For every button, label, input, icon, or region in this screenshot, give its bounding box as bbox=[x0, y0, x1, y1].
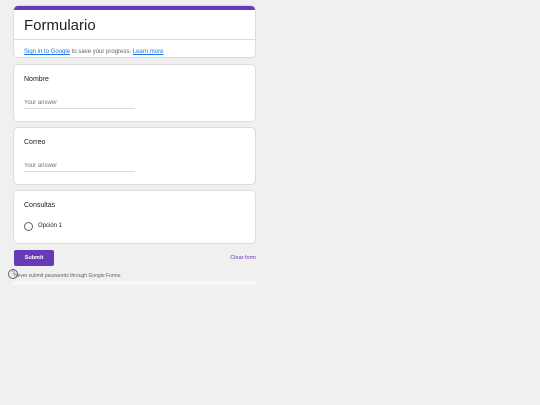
footer-strip bbox=[13, 281, 256, 285]
form-header-card: Formulario Sign in to Google to save you… bbox=[13, 5, 256, 58]
signin-notice: Sign in to Google to save your progress.… bbox=[24, 48, 163, 56]
question-card-nombre: Nombre bbox=[13, 64, 256, 122]
header-divider bbox=[14, 39, 255, 40]
radio-option-label: Opción 1 bbox=[38, 223, 63, 229]
header-accent-bar bbox=[14, 6, 255, 10]
password-warning: Never submit passwords through Google Fo… bbox=[14, 273, 122, 279]
question-card-consultas: Consultas Opción 1 bbox=[13, 190, 256, 244]
signin-link[interactable]: Sign in to Google bbox=[24, 49, 70, 55]
form-title: Formulario bbox=[24, 17, 96, 34]
submit-button[interactable]: Submit bbox=[14, 250, 54, 266]
question-title: Nombre bbox=[24, 76, 49, 83]
question-card-correo: Correo bbox=[13, 127, 256, 185]
learn-more-link[interactable]: Learn more bbox=[133, 49, 164, 55]
form-page: Formulario Sign in to Google to save you… bbox=[0, 0, 540, 405]
nombre-answer-input[interactable] bbox=[24, 97, 135, 109]
correo-answer-input[interactable] bbox=[24, 160, 135, 172]
radio-option-1[interactable]: Opción 1 bbox=[24, 221, 62, 231]
question-title: Correo bbox=[24, 139, 46, 146]
question-title: Consultas bbox=[24, 202, 56, 209]
signin-text: to save your progress. bbox=[70, 49, 133, 55]
clear-form-button[interactable]: Clear form bbox=[214, 253, 256, 263]
radio-button[interactable] bbox=[24, 221, 33, 231]
